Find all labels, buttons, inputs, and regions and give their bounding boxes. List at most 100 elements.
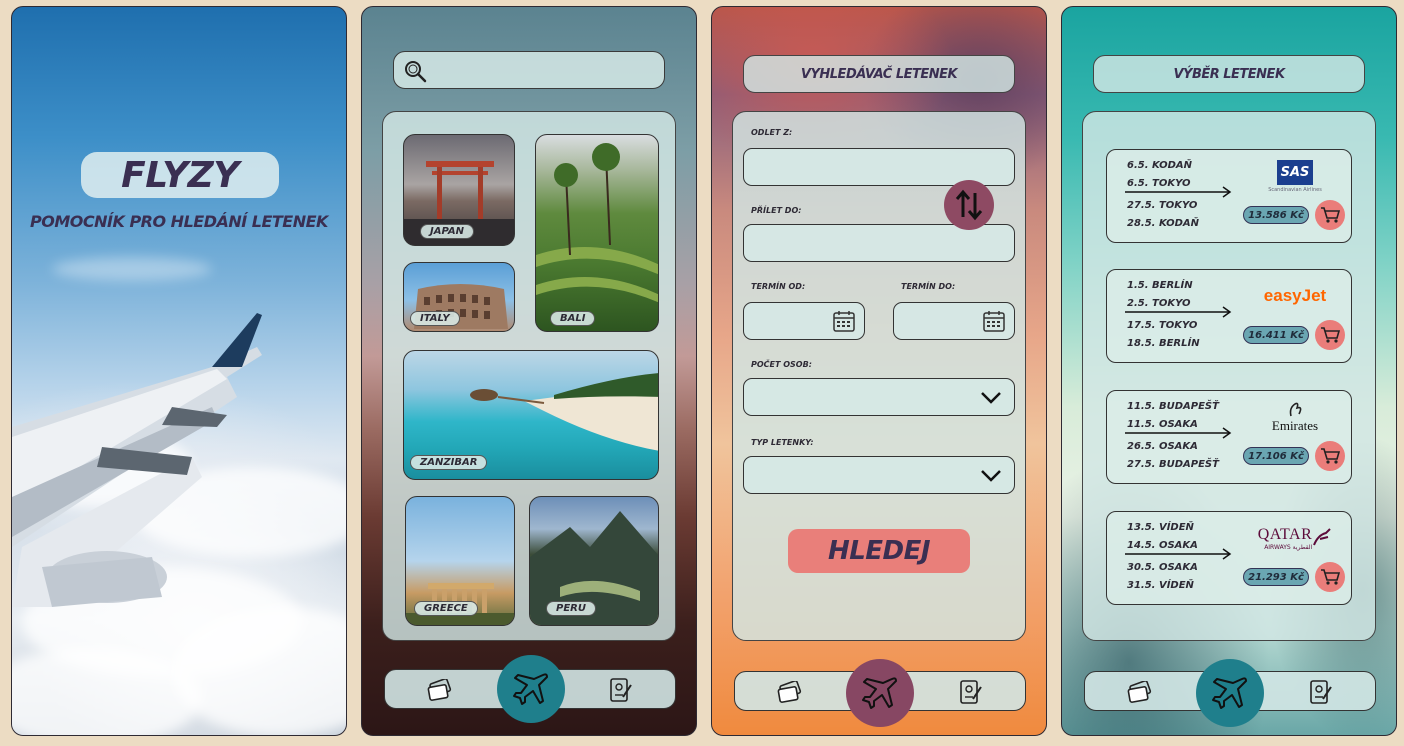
destination-card-zanzibar[interactable]: ZANZIBAR (403, 350, 659, 480)
date-from-label: TERMÍN OD: (751, 282, 806, 291)
flight-segment: 13.5. VÍDEŇ (1127, 522, 1194, 533)
flight-segment: 1.5. BERLÍN (1127, 280, 1193, 291)
destination-label: ITALY (410, 311, 460, 326)
airplane-fab-button[interactable] (1196, 659, 1264, 727)
destination-label: BALI (550, 311, 596, 326)
document-edit-icon[interactable] (609, 677, 633, 703)
add-to-cart-button[interactable] (1315, 200, 1345, 230)
airline-name: easyJet (1263, 286, 1327, 305)
search-bar[interactable] (393, 51, 665, 89)
add-to-cart-button[interactable] (1315, 562, 1345, 592)
app-title: FLYZY (81, 152, 279, 198)
passengers-select[interactable] (743, 378, 1015, 416)
destinations-panel: JAPAN BALI ITALY ZANZIBAR GREECE PERU (382, 111, 676, 641)
flight-search-screen: VYHLEDÁVAČ LETENEK ODLET Z: PŘÍLET DO: T… (711, 6, 1047, 736)
calendar-icon[interactable] (832, 309, 856, 333)
date-from-field[interactable] (743, 302, 865, 340)
destination-label: GREECE (414, 601, 478, 616)
swap-button[interactable] (944, 180, 994, 230)
destination-card-japan[interactable]: JAPAN (403, 134, 515, 246)
flight-segment: 27.5. TOKYO (1127, 200, 1198, 211)
search-icon (405, 61, 427, 83)
flight-segment: 30.5. OSAKA (1127, 562, 1198, 573)
destination-card-peru[interactable]: PERU (529, 496, 659, 626)
destination-card-italy[interactable]: ITALY (403, 262, 515, 332)
airplane-icon (862, 677, 897, 709)
emirates-emblem-icon (1289, 402, 1302, 417)
add-to-cart-button[interactable] (1315, 441, 1345, 471)
oryx-emblem-icon (1313, 528, 1331, 546)
chevron-down-icon (981, 470, 1001, 482)
airline-name: SAS (1276, 159, 1314, 185)
search-input[interactable] (434, 58, 654, 84)
passengers-label: POČET OSOB: (751, 360, 812, 369)
flight-segment: 31.5. VÍDEŇ (1127, 580, 1194, 591)
flight-segment: 26.5. OSAKA (1127, 441, 1198, 452)
document-edit-icon[interactable] (1309, 679, 1333, 705)
cart-icon (1321, 207, 1340, 223)
airplane-fab-button[interactable] (497, 655, 565, 723)
flight-card[interactable]: 13.5. VÍDEŇ 14.5. OSAKA 30.5. OSAKA 31.5… (1106, 511, 1352, 605)
flight-card[interactable]: 1.5. BERLÍN 2.5. TOKYO 17.5. TOKYO 18.5.… (1106, 269, 1352, 363)
to-field[interactable] (743, 224, 1015, 262)
arrow-right-icon (1125, 306, 1232, 318)
to-label: PŘÍLET DO: (751, 206, 802, 215)
flight-segment: 6.5. KODAŇ (1127, 160, 1193, 171)
swap-arrows-icon (955, 189, 983, 221)
price-badge: 21.293 Kč (1243, 568, 1309, 586)
chevron-down-icon (981, 392, 1001, 404)
cart-icon (1321, 569, 1340, 585)
destination-card-greece[interactable]: GREECE (405, 496, 515, 626)
ticket-type-select[interactable] (743, 456, 1015, 494)
airline-logo-emirates: Emirates (1247, 395, 1343, 439)
rice-terraces-image (536, 143, 658, 303)
arrow-right-icon (1125, 548, 1232, 560)
flight-card[interactable]: 11.5. BUDAPEŠŤ 11.5. OSAKA 26.5. OSAKA 2… (1106, 390, 1352, 484)
document-edit-icon[interactable] (959, 679, 983, 705)
flight-segment: 28.5. KODAŇ (1127, 218, 1199, 229)
destinations-screen: JAPAN BALI ITALY ZANZIBAR GREECE PERU (361, 6, 697, 736)
flight-segment: 18.5. BERLÍN (1127, 338, 1200, 349)
price-badge: 16.411 Kč (1243, 326, 1309, 344)
airplane-fab-button[interactable] (846, 659, 914, 727)
screen-title: VYHLEDÁVAČ LETENEK (800, 66, 958, 82)
flight-segment: 11.5. BUDAPEŠŤ (1127, 401, 1219, 412)
cart-icon (1321, 448, 1340, 464)
search-button[interactable]: HLEDEJ (788, 529, 970, 573)
airline-name: Emirates (1271, 418, 1319, 433)
airline-subname: AIRWAYS القطرية (1264, 543, 1313, 551)
flight-segment: 17.5. TOKYO (1127, 320, 1198, 331)
price-badge: 13.586 Kč (1243, 206, 1309, 224)
flight-results-screen: VÝBĚR LETENEK 6.5. KODAŇ 6.5. TOKYO 27.5… (1061, 6, 1397, 736)
tickets-icon[interactable] (427, 679, 453, 701)
screen-title: VÝBĚR LETENEK (1173, 66, 1285, 82)
results-header: VÝBĚR LETENEK (1093, 55, 1365, 93)
date-to-field[interactable] (893, 302, 1015, 340)
calendar-icon[interactable] (982, 309, 1006, 333)
airline-name: QATAR (1257, 525, 1313, 543)
flight-segment: 27.5. BUDAPEŠŤ (1127, 459, 1219, 470)
app-subtitle: POMOCNÍK PRO HLEDÁNÍ LETENEK (30, 212, 328, 231)
ticket-type-label: TYP LETENKY: (751, 438, 814, 447)
tickets-icon[interactable] (1127, 681, 1153, 703)
tickets-icon[interactable] (777, 681, 803, 703)
airline-logo-sas: SAS Scandinavian Airlines (1247, 154, 1343, 198)
cart-icon (1321, 327, 1340, 343)
airplane-icon (513, 673, 548, 705)
airline-subname: Scandinavian Airlines (1268, 186, 1322, 193)
destination-card-bali[interactable]: BALI (535, 134, 659, 332)
splash-screen: FLYZY POMOCNÍK PRO HLEDÁNÍ LETENEK (11, 6, 347, 736)
destination-label: JAPAN (420, 224, 474, 239)
search-header: VYHLEDÁVAČ LETENEK (743, 55, 1015, 93)
flight-card[interactable]: 6.5. KODAŇ 6.5. TOKYO 27.5. TOKYO 28.5. … (1106, 149, 1352, 243)
destination-label: ZANZIBAR (410, 455, 488, 470)
airplane-icon (1212, 677, 1247, 709)
from-label: ODLET Z: (751, 128, 793, 137)
airline-logo-qatar: QATAR AIRWAYS القطرية (1247, 516, 1343, 560)
arrow-right-icon (1125, 186, 1232, 198)
price-badge: 17.106 Kč (1243, 447, 1309, 465)
arrow-right-icon (1125, 427, 1232, 439)
add-to-cart-button[interactable] (1315, 320, 1345, 350)
airplane-wing-image (12, 313, 262, 607)
destination-label: PERU (546, 601, 596, 616)
